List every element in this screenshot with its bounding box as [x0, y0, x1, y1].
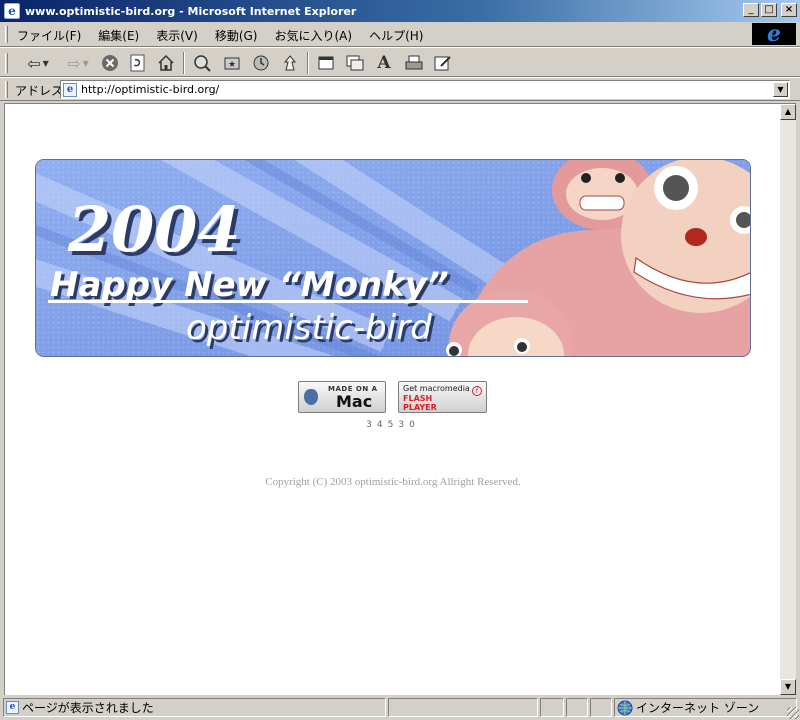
- refresh-icon: [130, 54, 145, 72]
- status-text: ページが表示されました: [22, 701, 154, 715]
- vertical-scrollbar[interactable]: ▲ ▼: [780, 104, 796, 695]
- banner-headline: Happy New “Monky”: [50, 265, 449, 305]
- print-icon: [405, 55, 423, 70]
- status-pane-3: [566, 698, 588, 717]
- chevron-up-icon: ▲: [784, 107, 792, 116]
- search-button[interactable]: [190, 51, 214, 75]
- channels-icon: [283, 55, 297, 71]
- history-icon: [253, 55, 269, 71]
- edit-button[interactable]: [431, 51, 455, 75]
- menu-favorites[interactable]: お気に入り(A): [274, 27, 352, 44]
- fullscreen-icon: [318, 56, 334, 70]
- font-button[interactable]: A: [372, 51, 396, 75]
- page-viewport[interactable]: 2004 2004 Happy New “Monky” Happy New “M…: [4, 103, 796, 695]
- chevron-down-icon: ▼: [784, 682, 792, 691]
- address-grip[interactable]: [5, 81, 8, 98]
- flash-badge-line2: PLAYER: [403, 403, 437, 412]
- minimize-button[interactable]: _: [743, 3, 759, 17]
- home-icon: [158, 54, 174, 71]
- mail-icon: [346, 55, 364, 71]
- chevron-down-icon: ▼: [42, 58, 49, 68]
- stop-icon: [102, 55, 118, 71]
- edit-icon: [434, 56, 451, 71]
- menu-bar: ファイル(F) 編集(E) 表示(V) 移動(G) お気に入り(A) ヘルプ(H…: [0, 22, 800, 47]
- channels-button[interactable]: [278, 51, 302, 75]
- banner-underline: [48, 300, 528, 303]
- address-bar: アドレス e http://optimistic-bird.org/ ▼: [0, 77, 800, 101]
- svg-text:★: ★: [228, 60, 236, 70]
- chevron-down-icon: ▼: [82, 58, 89, 68]
- print-button[interactable]: [402, 51, 426, 75]
- back-button[interactable]: ⇦ ▼: [20, 51, 56, 75]
- ie-page-icon: e: [6, 701, 19, 714]
- flash-badge-small-text: Get macromedia: [403, 384, 470, 393]
- banner-site-name: optimistic-bird: [186, 308, 432, 348]
- forward-button[interactable]: ⇨ ▼: [60, 51, 96, 75]
- security-zone-text: インターネット ゾーン: [636, 701, 760, 715]
- flash-badge-line1: FLASH: [403, 394, 433, 403]
- scroll-down-button[interactable]: ▼: [780, 679, 796, 695]
- address-label: アドレス: [15, 84, 64, 98]
- title-bar: e www.optimistic-bird.org - Microsoft In…: [0, 0, 800, 22]
- status-pane-2: [540, 698, 564, 717]
- fullscreen-button[interactable]: [314, 51, 338, 75]
- status-zone-pane: インターネット ゾーン: [614, 698, 797, 717]
- menu-file[interactable]: ファイル(F): [17, 27, 81, 44]
- favorites-icon: ★: [224, 57, 240, 70]
- get-flash-player-badge[interactable]: Get macromedia FLASH PLAYER f: [398, 381, 487, 413]
- close-button[interactable]: ×: [781, 3, 797, 17]
- banner-year: 2004: [67, 193, 241, 266]
- chevron-down-icon: ▼: [777, 85, 784, 94]
- menu-help[interactable]: ヘルプ(H): [369, 27, 423, 44]
- standard-toolbar: ⇦ ▼ ⇨ ▼ ★ A: [0, 47, 800, 77]
- history-button[interactable]: [249, 51, 273, 75]
- mail-button[interactable]: [343, 51, 367, 75]
- copyright-notice: Copyright (C) 2003 optimistic-bird.org A…: [265, 476, 521, 488]
- maximize-button[interactable]: □: [761, 3, 777, 17]
- home-button[interactable]: [154, 51, 178, 75]
- menu-edit[interactable]: 編集(E): [98, 27, 139, 44]
- mac-badge-big-text: Mac: [336, 392, 373, 411]
- font-icon: A: [377, 53, 391, 73]
- forward-icon: ⇨: [67, 53, 81, 73]
- scroll-up-button[interactable]: ▲: [780, 104, 796, 120]
- stop-button[interactable]: [98, 51, 122, 75]
- window-title: www.optimistic-bird.org - Microsoft Inte…: [25, 4, 357, 18]
- address-dropdown-button[interactable]: ▼: [773, 82, 788, 97]
- back-icon: ⇦: [27, 53, 41, 73]
- ie-logo-icon: e: [752, 23, 796, 45]
- address-url[interactable]: http://optimistic-bird.org/: [81, 83, 219, 96]
- favorites-button[interactable]: ★: [220, 51, 244, 75]
- toolbar-grip[interactable]: [5, 53, 8, 73]
- status-pane-4: [590, 698, 612, 717]
- made-on-mac-badge[interactable]: MADE ON A Mac: [298, 381, 386, 413]
- search-icon: [194, 55, 211, 72]
- menu-view[interactable]: 表示(V): [156, 27, 198, 44]
- status-bar: e ページが表示されました インターネット ゾーン: [0, 696, 800, 720]
- status-progress-pane: [388, 698, 538, 717]
- ie-page-icon: e: [4, 3, 20, 19]
- resize-grip[interactable]: [787, 707, 799, 719]
- menu-go[interactable]: 移動(G): [215, 27, 258, 44]
- status-text-pane: e ページが表示されました: [3, 698, 386, 717]
- banner-2004-monkey: 2004 2004 Happy New “Monky” Happy New “M…: [35, 159, 751, 357]
- address-input[interactable]: e http://optimistic-bird.org/ ▼: [60, 80, 790, 99]
- menu-grip[interactable]: [5, 26, 8, 43]
- ie-page-icon: e: [63, 82, 77, 97]
- visitor-counter: 34530: [366, 420, 420, 430]
- flash-logo-icon: f: [472, 386, 482, 396]
- globe-icon: [617, 700, 633, 715]
- apple-logo-icon: [304, 389, 318, 405]
- refresh-button[interactable]: [126, 51, 150, 75]
